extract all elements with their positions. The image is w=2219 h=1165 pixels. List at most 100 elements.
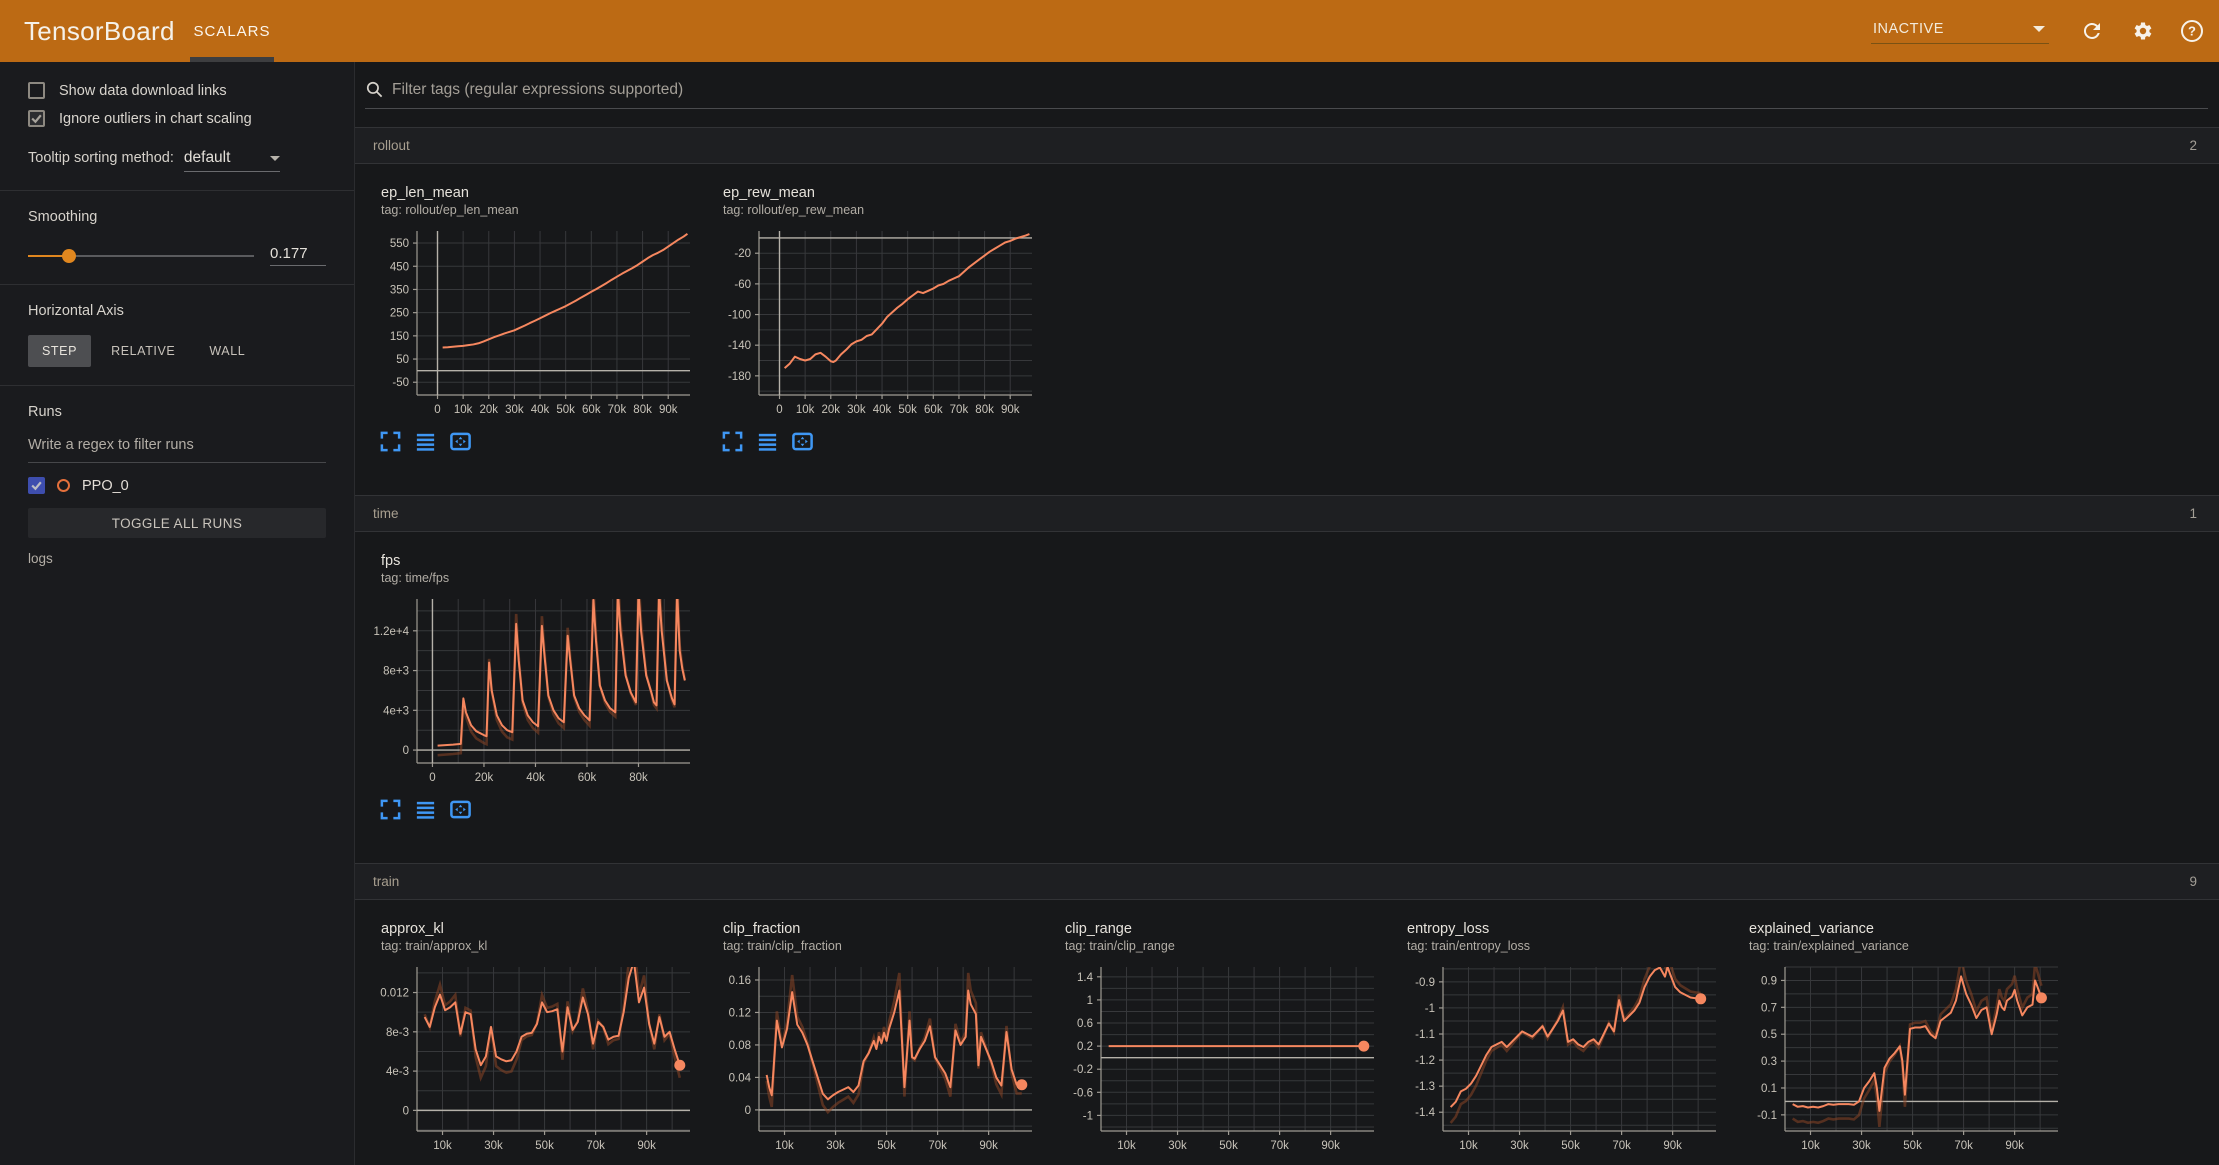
- svg-text:0.6: 0.6: [1077, 1018, 1093, 1030]
- run-checkbox-icon[interactable]: [28, 477, 45, 494]
- runs-filter-field[interactable]: [28, 436, 326, 463]
- chart-actions: [379, 798, 709, 821]
- view-data-icon[interactable]: [414, 798, 437, 821]
- svg-text:90k: 90k: [1663, 1140, 1682, 1152]
- svg-text:0: 0: [429, 772, 435, 784]
- tag-filter-field[interactable]: [365, 80, 2208, 109]
- line-chart-ep_len_mean[interactable]: 55045035025015050-50010k20k30k40k50k60k7…: [369, 224, 697, 422]
- fit-domain-icon[interactable]: [791, 430, 814, 453]
- svg-text:1: 1: [1087, 995, 1093, 1007]
- checkbox-show-download-links[interactable]: Show data download links: [28, 82, 326, 99]
- active-tab-indicator: [190, 57, 274, 62]
- smoothing-slider[interactable]: [28, 255, 254, 257]
- section-header-train[interactable]: train9: [355, 863, 2219, 900]
- section-header-rollout[interactable]: rollout 2: [355, 127, 2219, 164]
- smoothing-value[interactable]: 0.177: [270, 245, 326, 266]
- reload-status-dropdown[interactable]: INACTIVE: [1871, 19, 2049, 44]
- svg-text:0.12: 0.12: [729, 1007, 751, 1019]
- svg-text:0: 0: [745, 1105, 751, 1117]
- dropdown-caret-icon: [270, 156, 280, 161]
- slider-thumb[interactable]: [62, 249, 76, 263]
- expand-chart-icon[interactable]: [379, 798, 402, 821]
- svg-text:50k: 50k: [1903, 1140, 1922, 1152]
- expand-chart-icon[interactable]: [721, 430, 744, 453]
- line-chart-ep_rew_mean[interactable]: -20-60-100-140-180010k20k30k40k50k60k70k…: [711, 224, 1039, 422]
- smoothing-label: Smoothing: [28, 209, 326, 225]
- chart-card-entropy_loss: entropy_losstag: train/entropy_loss -0.9-…: [1395, 920, 1735, 1165]
- tag-sections: rollout 2 ep_len_meantag: rollout/ep_len_m…: [355, 127, 2219, 1165]
- svg-text:30k: 30k: [1510, 1140, 1529, 1152]
- svg-text:90k: 90k: [1321, 1140, 1340, 1152]
- svg-text:450: 450: [390, 261, 409, 273]
- fit-domain-icon[interactable]: [449, 430, 472, 453]
- svg-text:10k: 10k: [1801, 1140, 1820, 1152]
- chart-tag: tag: train/entropy_loss: [1407, 938, 1735, 954]
- run-row-ppo0[interactable]: PPO_0: [28, 477, 326, 494]
- svg-text:-0.1: -0.1: [1757, 1110, 1777, 1122]
- toggle-all-runs-button[interactable]: TOGGLE ALL RUNS: [28, 508, 326, 538]
- svg-text:-1.4: -1.4: [1415, 1107, 1435, 1119]
- line-chart-approx_kl[interactable]: 0.0128e-34e-3010k30k50k70k90k: [369, 960, 697, 1158]
- checkbox-ignore-outliers[interactable]: Ignore outliers in chart scaling: [28, 110, 326, 127]
- divider: [0, 190, 354, 191]
- svg-text:-50: -50: [392, 377, 409, 389]
- checkbox-icon[interactable]: [28, 82, 45, 99]
- chart-title: clip_range: [1065, 920, 1393, 938]
- fit-domain-icon[interactable]: [449, 798, 472, 821]
- svg-text:8e-3: 8e-3: [386, 1027, 409, 1039]
- line-chart-explained_variance[interactable]: 0.90.70.50.30.1-0.110k30k50k70k90k: [1737, 960, 2065, 1158]
- divider: [0, 385, 354, 386]
- svg-text:-1.1: -1.1: [1415, 1029, 1435, 1041]
- section-count: 2: [2189, 138, 2197, 153]
- tab-scalars[interactable]: SCALARS: [190, 0, 274, 62]
- section-cards-rollout: ep_len_meantag: rollout/ep_len_mean55045…: [355, 164, 2219, 477]
- chart-card-explained_variance: explained_variancetag: train/explained_v…: [1737, 920, 2077, 1165]
- line-chart-entropy_loss[interactable]: -0.9-1-1.1-1.2-1.3-1.410k30k50k70k90k: [1395, 960, 1723, 1158]
- runs-filter-input[interactable]: [28, 437, 326, 453]
- svg-text:50k: 50k: [898, 404, 917, 416]
- tooltip-sorting-dropdown[interactable]: default: [184, 149, 280, 172]
- horizontal-axis-label: Horizontal Axis: [28, 303, 326, 319]
- refresh-icon[interactable]: [2079, 18, 2105, 44]
- svg-text:8e+3: 8e+3: [383, 666, 409, 678]
- chart-card-clip_range: clip_rangetag: train/clip_range1.410.60.…: [1053, 920, 1393, 1165]
- dashboard-main: rollout 2 ep_len_meantag: rollout/ep_len_m…: [355, 62, 2219, 1165]
- svg-text:20k: 20k: [475, 772, 494, 784]
- help-icon[interactable]: ?: [2179, 18, 2205, 44]
- tag-filter-input[interactable]: [392, 81, 2208, 99]
- axis-option-wall[interactable]: WALL: [195, 335, 259, 367]
- checkbox-label: Show data download links: [59, 83, 227, 99]
- chart-title: ep_rew_mean: [723, 184, 1051, 202]
- svg-text:60k: 60k: [578, 772, 597, 784]
- svg-text:10k: 10k: [1117, 1140, 1136, 1152]
- line-chart-clip_range[interactable]: 1.410.60.2-0.2-0.6-110k30k50k70k90k: [1053, 960, 1381, 1158]
- chart-tag: tag: train/clip_range: [1065, 938, 1393, 954]
- view-data-icon[interactable]: [414, 430, 437, 453]
- svg-text:30k: 30k: [1852, 1140, 1871, 1152]
- svg-text:-100: -100: [728, 310, 751, 322]
- svg-text:90k: 90k: [2005, 1140, 2024, 1152]
- checkbox-checked-icon[interactable]: [28, 110, 45, 127]
- svg-text:0: 0: [403, 745, 409, 757]
- axis-option-relative[interactable]: RELATIVE: [97, 335, 189, 367]
- dropdown-underline: [184, 171, 280, 172]
- search-icon: [365, 80, 384, 99]
- view-data-icon[interactable]: [756, 430, 779, 453]
- axis-option-step[interactable]: STEP: [28, 335, 91, 367]
- svg-text:50k: 50k: [1219, 1140, 1238, 1152]
- chart-title: entropy_loss: [1407, 920, 1735, 938]
- logs-path-label: logs: [28, 551, 326, 566]
- gear-icon[interactable]: [2129, 18, 2155, 44]
- line-chart-clip_fraction[interactable]: 0.160.120.080.04010k30k50k70k90k: [711, 960, 1039, 1158]
- svg-text:0.16: 0.16: [729, 975, 751, 987]
- svg-text:-1: -1: [1083, 1110, 1093, 1122]
- divider: [0, 284, 354, 285]
- svg-text:10k: 10k: [433, 1140, 452, 1152]
- chart-tag: tag: train/explained_variance: [1749, 938, 2077, 954]
- section-header-time[interactable]: time1: [355, 495, 2219, 532]
- section-name: rollout: [373, 138, 410, 153]
- expand-chart-icon[interactable]: [379, 430, 402, 453]
- svg-text:0: 0: [403, 1105, 409, 1117]
- svg-text:-0.6: -0.6: [1073, 1087, 1093, 1099]
- line-chart-fps[interactable]: 1.2e+48e+34e+30020k40k60k80k: [369, 592, 697, 790]
